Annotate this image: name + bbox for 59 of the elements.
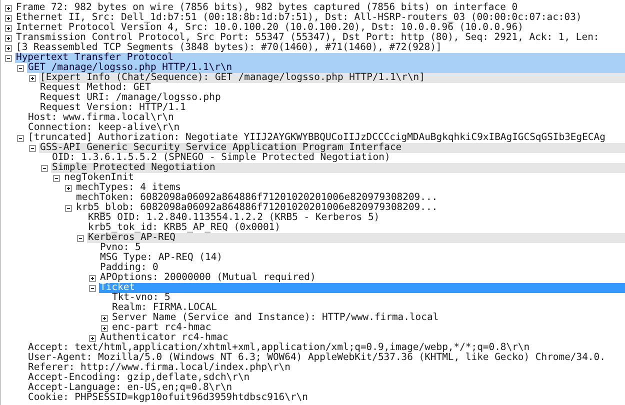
- tree-item[interactable]: [truncated] Authorization: Negotiate YIIJ2AYGKWYBBQUCoIIJzDCCCcigMDAuBgkqhkiC9xIBAgIGCSqGSIb3EgECAg: [27, 133, 625, 143]
- tree-item[interactable]: Ethernet II, Src: Dell_1d:b7:51 (00:18:8b:1d:b7:51), Dst: All-HSRP-routers_03 (00:00:0c:07:ac:03): [15, 13, 625, 23]
- collapse-icon[interactable]: [5, 54, 12, 62]
- collapse-icon[interactable]: [77, 234, 84, 242]
- collapse-icon[interactable]: [89, 284, 96, 292]
- collapse-icon[interactable]: [53, 174, 60, 182]
- tree-item[interactable]: User-Agent: Mozilla/5.0 (Windows NT 6.3; WOW64) AppleWebKit/537.36 (KHTML, like Gecko) Chrome/34.0.: [27, 353, 625, 363]
- tree-item[interactable]: Connection: keep-alive\r\n: [27, 123, 625, 133]
- tree-item[interactable]: Server Name (Service and Instance): HTTP/www.firma.local: [111, 313, 625, 323]
- tree-item[interactable]: Authenticator rc4-hmac: [99, 333, 625, 343]
- tree-item[interactable]: [Expert Info (Chat/Sequence): GET /manage/logsso.php HTTP/1.1\r\n]: [39, 73, 625, 83]
- tree-item[interactable]: MSG Type: AP-REQ (14): [99, 253, 625, 263]
- tree-item[interactable]: krb5_blob: 6082098a06092a864886f71201020201006e820979308209...: [75, 203, 625, 213]
- tree-item[interactable]: Request Method: GET: [39, 83, 625, 93]
- expand-icon[interactable]: [89, 334, 96, 342]
- expand-icon[interactable]: [29, 74, 36, 82]
- tree-item[interactable]: Request URI: /manage/logsso.php: [39, 93, 625, 103]
- collapse-icon[interactable]: [17, 134, 24, 142]
- tree-item[interactable]: Accept-Encoding: gzip,deflate,sdch\r\n: [27, 373, 625, 383]
- tree-item[interactable]: enc-part rc4-hmac: [111, 323, 625, 333]
- collapse-icon[interactable]: [65, 204, 72, 212]
- expand-icon[interactable]: [89, 274, 96, 282]
- tree-item[interactable]: KRB5 OID: 1.2.840.113554.1.2.2 (KRB5 - Kerberos 5): [87, 213, 625, 223]
- tree-item[interactable]: Accept: text/html,application/xhtml+xml,application/xml;q=0.9,image/webp,*/*;q=0.8\r\n: [27, 343, 625, 353]
- tree-item[interactable]: Padding: 0: [99, 263, 625, 273]
- tree-item[interactable]: mechToken: 6082098a06092a864886f71201020201006e820979308209...: [75, 193, 625, 203]
- tree-item[interactable]: Cookie: PHPSESSID=kgp10ofuit96d3959htdbsc916\r\n: [27, 393, 625, 403]
- collapse-icon[interactable]: [29, 144, 36, 152]
- tree-item[interactable]: Internet Protocol Version 4, Src: 10.0.100.20 (10.0.100.20), Dst: 10.0.0.96 (10.0.0.96): [15, 23, 625, 33]
- tree-item[interactable]: Transmission Control Protocol, Src Port: 55347 (55347), Dst Port: http (80), Seq: 2921, Ack: 1, Len:: [15, 33, 625, 43]
- tree-item[interactable]: Hypertext Transfer Protocol: [15, 53, 625, 63]
- tree-item[interactable]: Kerberos AP-REQ: [87, 233, 625, 243]
- collapse-icon[interactable]: [41, 164, 48, 172]
- tree-item[interactable]: Accept-Language: en-US,en;q=0.8\r\n: [27, 383, 625, 393]
- tree-item[interactable]: Realm: FIRMA.LOCAL: [111, 303, 625, 313]
- expand-icon[interactable]: [5, 14, 12, 22]
- expand-icon[interactable]: [101, 324, 108, 332]
- tree-item[interactable]: OID: 1.3.6.1.5.5.2 (SPNEGO - Simple Protected Negotiation): [51, 153, 625, 163]
- tree-item[interactable]: Simple Protected Negotiation: [51, 163, 625, 173]
- tree-item[interactable]: GET /manage/logsso.php HTTP/1.1\r\n: [27, 63, 625, 73]
- tree-item[interactable]: Referer: http://www.firma.local/index.php\r\n: [27, 363, 625, 373]
- tree-item[interactable]: APOptions: 20000000 (Mutual required): [99, 273, 625, 283]
- expand-icon[interactable]: [5, 44, 12, 52]
- expand-icon[interactable]: [5, 24, 12, 32]
- tree-item[interactable]: Host: www.firma.local\r\n: [27, 113, 625, 123]
- expand-icon[interactable]: [5, 4, 12, 12]
- tree-item[interactable]: negTokenInit: [63, 173, 625, 183]
- tree-item[interactable]: GSS-API Generic Security Service Application Program Interface: [39, 143, 625, 153]
- tree-item[interactable]: Tkt-vno: 5: [111, 293, 625, 303]
- tree-item[interactable]: Frame 72: 982 bytes on wire (7856 bits), 982 bytes captured (7856 bits) on interface 0: [15, 3, 625, 13]
- tree-item[interactable]: mechTypes: 4 items: [75, 183, 625, 193]
- expand-icon[interactable]: [101, 314, 108, 322]
- tree-item[interactable]: [3 Reassembled TCP Segments (3848 bytes): #70(1460), #71(1460), #72(928)]: [15, 43, 625, 53]
- expand-icon[interactable]: [65, 184, 72, 192]
- tree-item[interactable]: Request Version: HTTP/1.1: [39, 103, 625, 113]
- collapse-icon[interactable]: [17, 64, 24, 72]
- tree-item[interactable]: krb5_tok_id: KRB5_AP_REQ (0x0001): [87, 223, 625, 233]
- tree-item[interactable]: Pvno: 5: [99, 243, 625, 253]
- expand-icon[interactable]: [5, 34, 12, 42]
